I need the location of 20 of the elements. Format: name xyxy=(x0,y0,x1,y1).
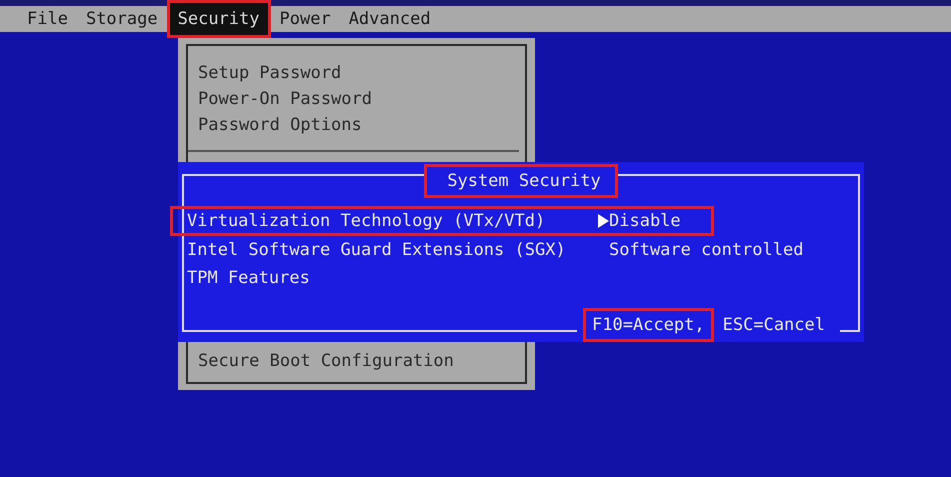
menu-bar-item[interactable]: Advanced xyxy=(340,5,440,33)
setting-row[interactable]: Virtualization Technology (VTx/VTd) Disable xyxy=(170,206,714,236)
menu-bar-item[interactable]: Storage xyxy=(76,5,167,33)
setting-row[interactable]: Intel Software Guard Extensions (SGX) Software controlled xyxy=(170,236,806,264)
setting-value[interactable]: Disable xyxy=(609,210,681,232)
setting-label[interactable]: TPM Features xyxy=(187,267,598,289)
menu-item[interactable]: Password Options xyxy=(198,112,525,138)
menu-item[interactable]: Setup Password xyxy=(198,60,525,86)
menu-item[interactable]: Secure Boot Configuration xyxy=(198,348,525,374)
menu-bar-item[interactable]: Power xyxy=(270,5,340,33)
menu-bar-item[interactable]: Security xyxy=(166,0,270,38)
key-hint: F10=Accept, xyxy=(583,308,714,342)
menu-item[interactable]: Power-On Password xyxy=(198,86,525,112)
setting-label[interactable]: Intel Software Guard Extensions (SGX) xyxy=(187,239,598,261)
setting-label[interactable]: Virtualization Technology (VTx/VTd) xyxy=(187,210,598,232)
menu-bar-item[interactable]: File xyxy=(18,5,77,33)
dialog-title: System Security xyxy=(424,164,618,198)
key-hint: ESC=Cancel xyxy=(722,314,826,337)
setting-row[interactable]: TPM Features xyxy=(170,264,612,292)
setting-value[interactable]: Software controlled xyxy=(609,239,804,261)
